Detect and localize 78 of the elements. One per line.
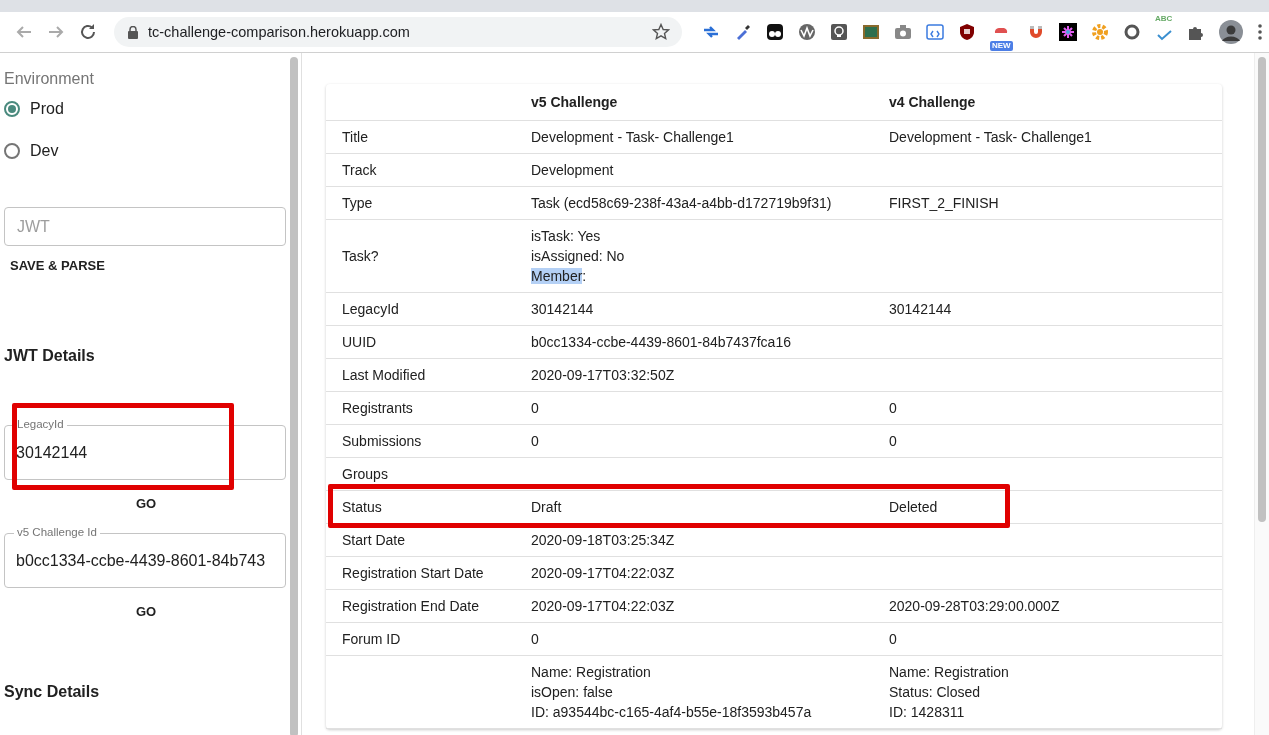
jwt-field[interactable]: JWT (4, 207, 286, 246)
go-button[interactable]: GO (127, 600, 165, 623)
row-label: UUID (342, 333, 377, 352)
row-label: Title (342, 128, 368, 147)
row-label: Track (342, 161, 377, 180)
cell-text: Development - Task- Challenge1 (889, 128, 1093, 147)
cell-text: isAssigned: No (531, 247, 626, 266)
column-header: v5 Challenge (531, 94, 618, 110)
cell-text: FIRST_2_FINISH (889, 194, 1000, 213)
check-label: ABC (1155, 15, 1173, 23)
cell-text: 0 (889, 432, 898, 451)
row-label: Registration Start Date (342, 564, 484, 583)
ring-icon[interactable] (1122, 23, 1141, 41)
cell-text: 30142144 (889, 300, 953, 319)
column-header: v4 Challenge (889, 94, 976, 110)
cell-text: isTask: Yes (531, 227, 602, 246)
cell-text: 0 (531, 630, 540, 649)
cell-text: Development (531, 161, 615, 180)
cell-text: Name: Registration (889, 663, 1010, 682)
row-label: Registrants (342, 399, 413, 418)
eyes-icon[interactable] (766, 23, 784, 41)
cell-text: 2020-09-18T03:25:34Z (531, 531, 676, 550)
field-label: LegacyId (14, 417, 67, 432)
section-heading: Sync Details (4, 683, 100, 701)
cell-text: 2020-09-17T04:22:03Z (531, 564, 676, 583)
address-bar[interactable]: tc-challenge-comparison.herokuapp.com (114, 17, 682, 47)
bulb-icon[interactable] (830, 23, 848, 41)
row-label: Forum ID (342, 630, 401, 649)
cell-text: 0 (889, 630, 898, 649)
row-label: Groups (342, 465, 388, 484)
cell-text: 2020-09-17T03:32:50Z (531, 366, 676, 385)
radio-option[interactable]: Dev (4, 130, 59, 172)
row-label: Start Date (342, 531, 406, 550)
cell-text: ID: a93544bc-c165-4af4-b55e-18f3593b457a (531, 703, 813, 722)
board-icon[interactable] (862, 23, 880, 41)
row-label: LegacyId (342, 300, 399, 319)
cell-text: Member: (531, 267, 588, 286)
row-label: Type (342, 194, 373, 213)
cell-text: Status: Closed (889, 683, 982, 702)
cell-text: 0 (531, 432, 540, 451)
cell-text: isOpen: false (531, 683, 614, 702)
row-label: Last Modified (342, 366, 426, 385)
cell-text: Name: Registration (531, 663, 652, 682)
save-parse-button[interactable]: SAVE & PARSE (4, 250, 111, 281)
avatar-icon[interactable] (1218, 20, 1243, 44)
star-icon[interactable] (652, 23, 670, 41)
cell-text: Draft (531, 498, 563, 517)
cell-text: Deleted (889, 498, 939, 517)
new-badge: NEW (990, 41, 1013, 51)
wave-icon[interactable] (798, 23, 816, 41)
go-button[interactable]: GO (127, 492, 165, 515)
cell-text: Development - Task- Challenge1 (531, 128, 735, 147)
row-label: Registration End Date (342, 597, 479, 616)
camera-icon[interactable] (894, 23, 912, 41)
row-label: Task? (342, 247, 379, 266)
cell-text: 2020-09-28T03:29:00.000Z (889, 597, 1061, 616)
code-icon[interactable] (926, 23, 944, 41)
cell-text: b0cc1334-ccbe-4439-8601-84b7437fca16 (531, 333, 792, 352)
section-heading: JWT Details (4, 347, 95, 365)
cell-text: 2020-09-17T04:22:03Z (531, 597, 676, 616)
scrollbar-thumb[interactable] (1258, 57, 1266, 522)
shield-icon[interactable] (958, 23, 976, 41)
cell-text: Task (ecd58c69-238f-43a4-a4bb-d172719b9f31) (531, 194, 833, 213)
row-label: Submissions (342, 432, 422, 451)
lock-icon (128, 25, 138, 39)
row-label: Status (342, 498, 382, 517)
cell-text: ID: 1428311 (889, 703, 966, 722)
section-label: Environment (4, 70, 94, 88)
cell-text: 0 (531, 399, 540, 418)
cell-text: 0 (889, 399, 898, 418)
cell-text: 30142144 (531, 300, 595, 319)
burst-icon[interactable] (1058, 23, 1077, 41)
radio-icon[interactable] (4, 143, 20, 159)
radio-option[interactable]: Prod (4, 88, 64, 130)
radio-icon[interactable] (4, 101, 20, 117)
menu-icon[interactable] (1256, 23, 1263, 41)
field-label: v5 Challenge Id (14, 525, 100, 540)
scrollbar-thumb[interactable] (290, 57, 298, 735)
